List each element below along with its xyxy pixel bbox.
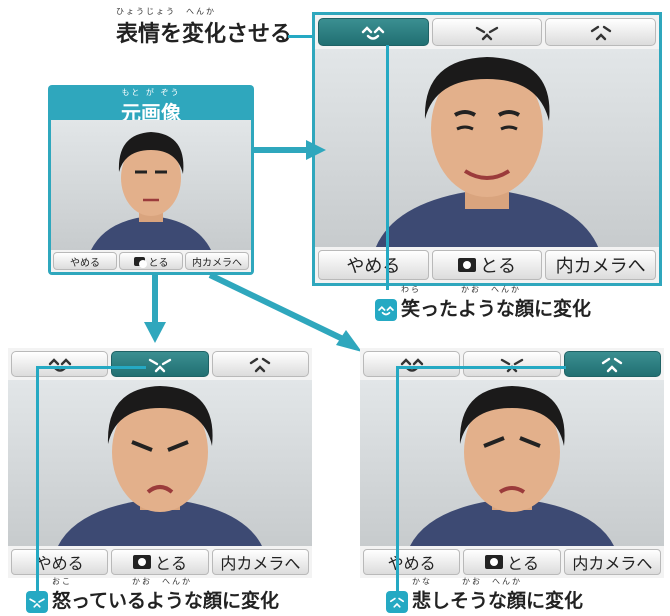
sad-connector-h xyxy=(396,366,566,369)
original-quit-label: やめる xyxy=(70,257,100,269)
inner-camera-button[interactable]: 内カメラへ xyxy=(545,250,657,280)
original-panel: もと が ぞう 元画像 やめる とる 内カメラへ xyxy=(48,85,254,275)
angry-tab-angry[interactable] xyxy=(111,351,209,377)
sad-quit-button[interactable]: やめる xyxy=(363,549,461,575)
angry-camera-icon xyxy=(132,555,151,569)
angry-tab-sad[interactable] xyxy=(211,351,309,377)
sad-tab-laugh[interactable] xyxy=(363,351,461,377)
laugh-connector xyxy=(386,45,389,290)
change-expression-label: ひょうじょう へんか 表情を変化させる xyxy=(116,6,292,48)
laugh-face-icon xyxy=(362,26,385,40)
expression-tabbar xyxy=(315,15,659,49)
original-inner-camera-button[interactable]: 内カメラへ xyxy=(185,252,249,270)
original-screen: やめる とる 内カメラへ xyxy=(51,120,251,272)
laugh-caption-text: 笑ったような顔に変化 xyxy=(401,298,592,320)
original-take-label: とる xyxy=(148,257,169,269)
sad-screen: やめる とる 内カメラへ xyxy=(360,348,664,578)
angry-preview xyxy=(8,380,312,546)
tab-laugh[interactable] xyxy=(318,18,429,46)
take-photo-button[interactable]: とる xyxy=(431,250,543,280)
original-take-button[interactable]: とる xyxy=(119,252,183,270)
camera-button-bar: やめる とる 内カメラへ xyxy=(315,247,659,283)
sad-take-button[interactable]: とる xyxy=(463,549,561,575)
take-label: とる xyxy=(480,256,516,277)
angry-badge-icon xyxy=(26,590,48,613)
angry-tab-laugh[interactable] xyxy=(11,351,109,377)
laugh-face-icon xyxy=(48,358,71,372)
laugh-face-icon xyxy=(400,358,423,372)
sad-inner-camera-button[interactable]: 内カメラへ xyxy=(563,549,661,575)
angry-face-icon xyxy=(148,358,172,373)
original-quit-button[interactable]: やめる xyxy=(53,252,117,270)
sad-caption: かな かお へんか 悲しそうな顔に変化 xyxy=(386,576,583,613)
angry-take-label: とる xyxy=(154,554,187,573)
original-camera-icon xyxy=(133,256,147,268)
angry-face-icon xyxy=(475,26,499,41)
laugh-caption: わら かお へんか 笑ったような顔に変化 xyxy=(375,284,591,321)
main-screen: やめる とる 内カメラへ xyxy=(312,12,662,286)
sad-connector-v xyxy=(396,366,399,592)
sad-caption-text: 悲しそうな顔に変化 xyxy=(412,590,584,612)
camera-preview xyxy=(315,49,659,249)
sad-preview xyxy=(360,380,664,546)
camera-icon xyxy=(458,258,476,272)
angry-connector-v xyxy=(36,366,39,592)
angry-take-button[interactable]: とる xyxy=(111,549,209,575)
original-ruby: もと が ぞう xyxy=(121,88,181,97)
angry-tabbar xyxy=(8,348,312,380)
sad-face-icon xyxy=(590,25,611,41)
sad-badge-icon xyxy=(386,590,408,613)
tab-angry[interactable] xyxy=(431,18,543,46)
person-face-sad xyxy=(410,386,614,546)
quit-label: やめる xyxy=(346,256,401,277)
sad-face-icon xyxy=(250,357,271,373)
heading-connector xyxy=(288,35,312,38)
sad-button-bar: やめる とる 内カメラへ xyxy=(360,546,664,578)
angry-quit-label: やめる xyxy=(35,554,84,573)
angry-caption: おこ かお へんか 怒っているような顔に変化 xyxy=(26,576,279,613)
sad-face-icon xyxy=(602,357,623,373)
sad-ruby: かな かお へんか xyxy=(412,577,522,586)
person-face-original xyxy=(91,132,211,250)
angry-face-icon xyxy=(500,358,524,373)
sad-take-label: とる xyxy=(506,554,539,573)
angry-ruby: おこ かお へんか xyxy=(52,577,192,586)
original-preview xyxy=(51,120,251,250)
sad-inner-camera-label: 内カメラへ xyxy=(572,554,653,573)
angry-button-bar: やめる とる 内カメラへ xyxy=(8,546,312,578)
quit-button[interactable]: やめる xyxy=(318,250,429,280)
sad-camera-icon xyxy=(484,555,503,569)
change-expression-text: 表情を変化させる xyxy=(116,22,293,47)
person-face-laugh xyxy=(375,57,599,249)
angry-caption-text: 怒っているような顔に変化 xyxy=(52,590,280,612)
laugh-ruby: わら かお へんか xyxy=(401,285,521,294)
angry-inner-camera-label: 内カメラへ xyxy=(220,554,301,573)
angry-quit-button[interactable]: やめる xyxy=(11,549,109,575)
original-button-bar: やめる とる 内カメラへ xyxy=(51,250,251,272)
sad-tab-sad[interactable] xyxy=(563,351,661,377)
angry-screen: やめる とる 内カメラへ xyxy=(8,348,312,578)
tab-sad[interactable] xyxy=(545,18,657,46)
sad-tabbar xyxy=(360,348,664,380)
sad-quit-label: やめる xyxy=(387,554,436,573)
change-expression-ruby: ひょうじょう へんか xyxy=(116,7,216,16)
original-inner-camera-label: 内カメラへ xyxy=(192,257,242,269)
inner-camera-label: 内カメラへ xyxy=(555,256,646,277)
sad-tab-angry[interactable] xyxy=(463,351,561,377)
angry-connector-h xyxy=(36,366,146,369)
laugh-badge-icon xyxy=(375,298,397,321)
person-face-angry xyxy=(58,386,262,546)
angry-inner-camera-button[interactable]: 内カメラへ xyxy=(211,549,309,575)
